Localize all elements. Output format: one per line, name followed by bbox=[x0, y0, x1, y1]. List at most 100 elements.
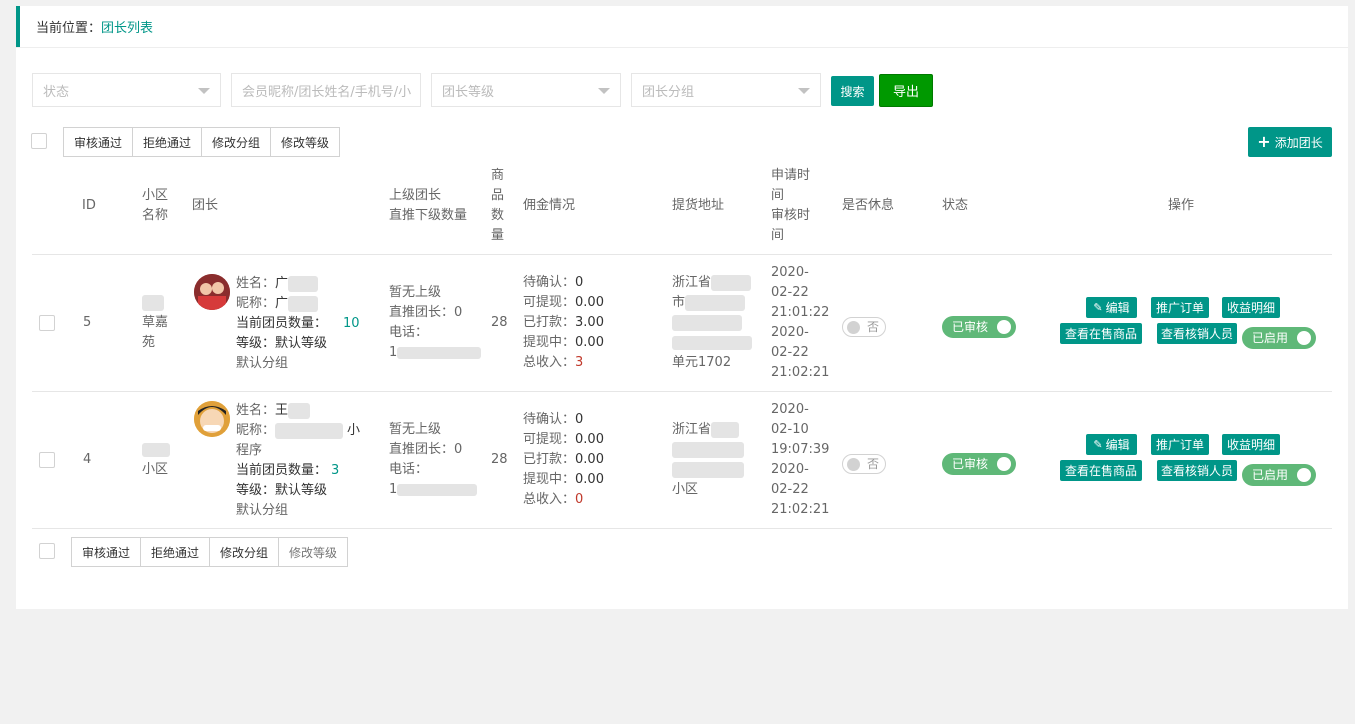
approve-button[interactable]: 审核通过 bbox=[72, 538, 142, 566]
select-all-checkbox[interactable] bbox=[31, 133, 47, 149]
toggle-knob bbox=[997, 457, 1011, 471]
edit-label: 编辑 bbox=[1105, 301, 1130, 315]
toggle-knob bbox=[847, 321, 860, 334]
row-checkbox[interactable] bbox=[39, 452, 55, 468]
approve-button[interactable]: 审核通过 bbox=[64, 128, 134, 156]
apply-time-l1: 2020- bbox=[771, 402, 809, 417]
promo-orders-button[interactable]: 推广订单 bbox=[1151, 434, 1209, 455]
name-label: 姓名： bbox=[236, 403, 276, 418]
group-value: 默认分组 bbox=[236, 356, 289, 371]
row-community-name: 草嘉苑 bbox=[142, 315, 169, 350]
pencil-icon: ✎ bbox=[1093, 438, 1103, 451]
level-value: 默认等级 bbox=[275, 336, 328, 351]
view-goods-button[interactable]: 查看在售商品 bbox=[1060, 323, 1142, 344]
superior-value: 暂无上级 bbox=[389, 285, 442, 300]
withdrawable-label: 可提现： bbox=[523, 432, 576, 447]
group-select[interactable]: 团长分组 bbox=[631, 73, 821, 107]
caret-down-icon bbox=[598, 88, 610, 94]
redacted-blur bbox=[397, 483, 478, 496]
batch-actions-top: 审核通过 拒绝通过 修改分组 修改等级 bbox=[63, 127, 341, 157]
paid-value: 3.00 bbox=[575, 315, 604, 330]
withdrawable-value: 0.00 bbox=[575, 295, 604, 310]
nick-value-tail: 程序 bbox=[236, 443, 263, 458]
level-value: 默认等级 bbox=[275, 483, 328, 498]
rest-toggle[interactable]: 否 bbox=[842, 454, 886, 474]
enabled-toggle[interactable]: 已启用 bbox=[1242, 327, 1316, 349]
address-line: 小区 bbox=[672, 482, 699, 497]
row-community: 草嘉苑 bbox=[142, 293, 174, 353]
change-level-button[interactable]: 修改等级 bbox=[271, 128, 339, 156]
col-id: ID bbox=[82, 198, 96, 213]
col-goods: 商 品 数 量 bbox=[491, 166, 504, 246]
time-info: 2020- 02-22 21:01:22 2020- 02-22 21:02:2… bbox=[771, 263, 829, 383]
goods-count: 28 bbox=[491, 452, 508, 467]
select-all-checkbox-bottom[interactable] bbox=[39, 543, 55, 559]
row-checkbox[interactable] bbox=[39, 315, 55, 331]
goods-count: 28 bbox=[491, 315, 508, 330]
col-status: 状态 bbox=[942, 198, 969, 213]
redacted-blur bbox=[672, 441, 744, 458]
add-leader-label: 添加团长 bbox=[1274, 135, 1323, 150]
paid-label: 已打款： bbox=[523, 452, 576, 467]
view-verifiers-button[interactable]: 查看核销人员 bbox=[1157, 460, 1237, 481]
name-value: 王 bbox=[275, 403, 289, 418]
audit-time-l2: 02-22 bbox=[771, 345, 809, 360]
col-ops: 操作 bbox=[1168, 198, 1195, 213]
caret-down-icon bbox=[798, 88, 810, 94]
view-goods-button[interactable]: 查看在售商品 bbox=[1060, 460, 1142, 481]
col-superior: 上级团长 直推下级数量 bbox=[389, 186, 467, 226]
address: 浙江省 小区 bbox=[672, 420, 762, 500]
col-goods-l2: 品 bbox=[491, 188, 505, 203]
redacted-blur bbox=[288, 275, 319, 292]
avatar bbox=[194, 401, 230, 437]
superior-value: 暂无上级 bbox=[389, 422, 442, 437]
income-detail-button[interactable]: 收益明细 bbox=[1222, 297, 1280, 318]
total-label: 总收入： bbox=[523, 492, 576, 507]
col-goods-l4: 量 bbox=[491, 228, 505, 243]
pending-label: 待确认： bbox=[523, 275, 576, 290]
edit-button[interactable]: ✎ 编辑 bbox=[1086, 434, 1137, 455]
status-toggle[interactable]: 已审核 bbox=[942, 316, 1016, 338]
reject-button[interactable]: 拒绝通过 bbox=[133, 128, 203, 156]
income-detail-button[interactable]: 收益明细 bbox=[1222, 434, 1280, 455]
time-info: 2020- 02-10 19:07:39 2020- 02-22 21:02:2… bbox=[771, 400, 829, 520]
redacted-blur bbox=[711, 421, 740, 438]
redacted-blur bbox=[672, 314, 742, 331]
direct-value: 0 bbox=[454, 305, 463, 320]
address-line: 浙江省 bbox=[672, 275, 712, 290]
group-value: 默认分组 bbox=[236, 503, 289, 518]
keyword-search-input[interactable]: 会员昵称/团长姓名/手机号/小 bbox=[231, 73, 421, 107]
divider bbox=[32, 254, 1332, 255]
edit-button[interactable]: ✎ 编辑 bbox=[1086, 297, 1137, 318]
status-select[interactable]: 状态 bbox=[32, 73, 221, 107]
search-button[interactable]: 搜索 bbox=[831, 76, 874, 106]
rest-toggle[interactable]: 否 bbox=[842, 317, 886, 337]
change-level-button[interactable]: 修改等级 bbox=[279, 538, 347, 566]
promo-orders-button[interactable]: 推广订单 bbox=[1151, 297, 1209, 318]
col-leader: 团长 bbox=[192, 198, 219, 213]
redacted-blur bbox=[275, 422, 344, 439]
leader-info: 姓名：广 昵称：广 当前团员数量： 10 等级：默认等级 默认分组 bbox=[236, 274, 360, 374]
add-leader-button[interactable]: + 添加团长 bbox=[1248, 127, 1332, 157]
commission-info: 待确认：0 可提现：0.00 已打款：3.00 提现中：0.00 总收入：3 bbox=[523, 273, 604, 373]
pending-value: 0 bbox=[575, 275, 584, 290]
level-select[interactable]: 团长等级 bbox=[431, 73, 621, 107]
view-verifiers-button[interactable]: 查看核销人员 bbox=[1157, 323, 1237, 344]
breadcrumb-current[interactable]: 团长列表 bbox=[101, 17, 153, 36]
nick-label: 昵称： bbox=[236, 423, 276, 438]
export-button[interactable]: 导出 bbox=[879, 74, 933, 107]
leader-info: 姓名：王 昵称： 小 程序 当前团员数量： 3 等级：默认等级 默认分组 bbox=[236, 401, 360, 521]
reject-button[interactable]: 拒绝通过 bbox=[141, 538, 211, 566]
col-community: 小区 名称 bbox=[142, 186, 168, 226]
enabled-toggle[interactable]: 已启用 bbox=[1242, 464, 1316, 486]
direct-label: 直推团长： bbox=[389, 442, 455, 457]
redacted-blur bbox=[397, 346, 482, 359]
redacted-blur bbox=[672, 335, 752, 350]
change-group-button[interactable]: 修改分组 bbox=[202, 128, 272, 156]
group-select-placeholder: 团长分组 bbox=[642, 84, 695, 100]
status-toggle[interactable]: 已审核 bbox=[942, 453, 1016, 475]
apply-time-l2: 02-22 bbox=[771, 285, 809, 300]
edit-label: 编辑 bbox=[1105, 438, 1130, 452]
change-group-button[interactable]: 修改分组 bbox=[210, 538, 280, 566]
address: 浙江省 市 单元1702 bbox=[672, 273, 762, 373]
